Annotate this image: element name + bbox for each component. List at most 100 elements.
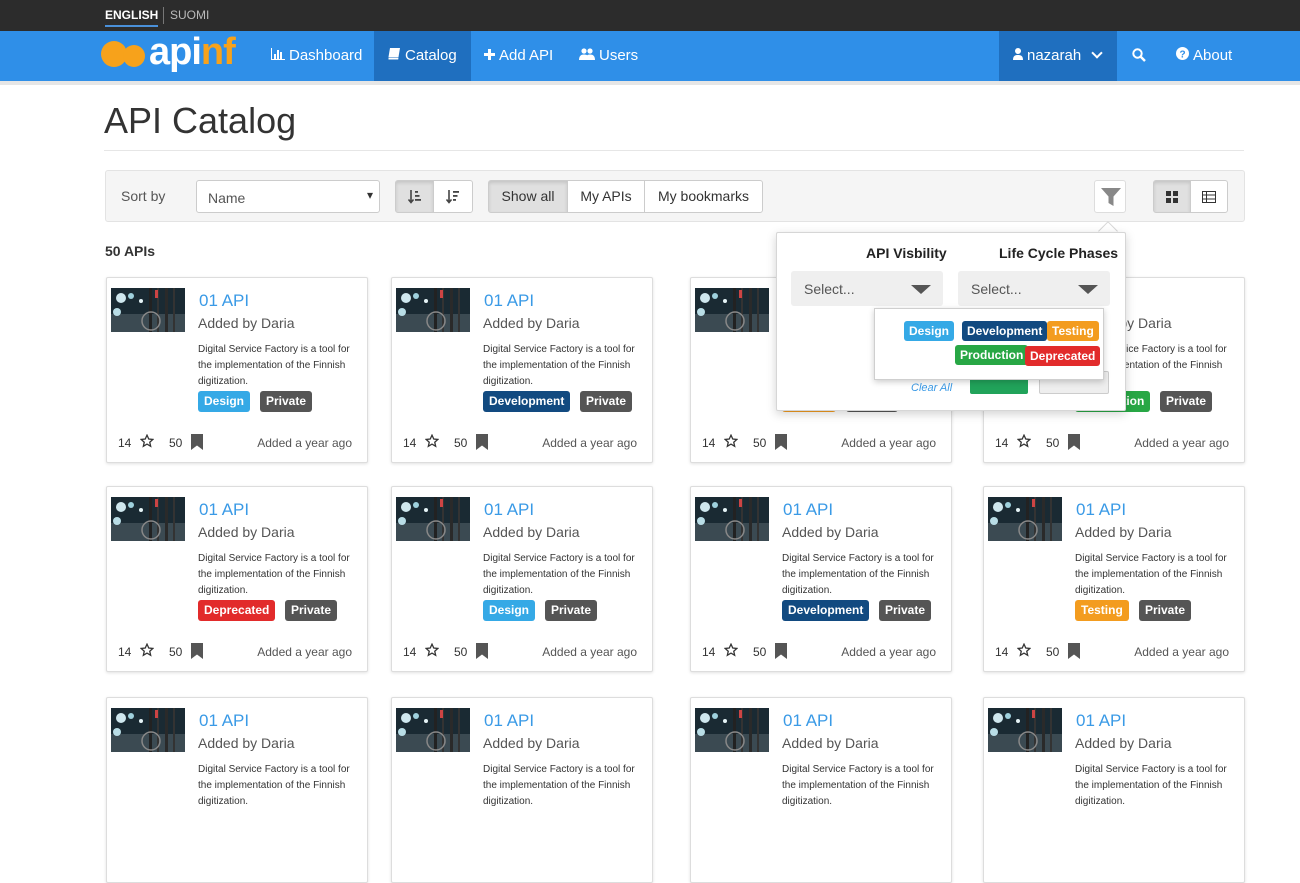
- api-name-link[interactable]: 01 API: [783, 711, 833, 731]
- filter-my-bookmarks-button[interactable]: My bookmarks: [644, 180, 763, 213]
- api-card[interactable]: 01 API Added by Daria Digital Service Fact…: [983, 697, 1245, 883]
- bookmark-count: 50: [753, 645, 767, 659]
- title-divider: [104, 150, 1244, 151]
- sort-by-label: Sort by: [121, 188, 166, 204]
- nav-search[interactable]: [1118, 31, 1160, 81]
- nav-add-api[interactable]: Add API: [470, 31, 567, 81]
- nav-catalog[interactable]: Catalog: [374, 31, 471, 81]
- language-bar: ENGLISH SUOMI: [0, 0, 1300, 31]
- api-name-link[interactable]: 01 API: [199, 711, 249, 731]
- user-menu[interactable]: nazarah: [999, 31, 1117, 81]
- search-icon: [1132, 47, 1146, 64]
- api-name-link[interactable]: 01 API: [484, 291, 534, 311]
- api-thumbnail: [111, 497, 185, 541]
- api-card[interactable]: 01 API Added by Daria Digital Service Fact…: [983, 486, 1245, 672]
- added-time: Added a year ago: [841, 645, 936, 659]
- lifecycle-option-production[interactable]: Production: [955, 345, 1029, 365]
- visibility-select-placeholder: Select...: [804, 281, 855, 297]
- added-time: Added a year ago: [257, 436, 352, 450]
- api-author: Added by Daria: [198, 315, 295, 331]
- visibility-badge: Private: [580, 391, 633, 412]
- star-icon[interactable]: [723, 433, 739, 451]
- api-name-link[interactable]: 01 API: [484, 500, 534, 520]
- api-card[interactable]: 01 API Added by Daria Digital Service Fact…: [106, 486, 368, 672]
- bookmark-icon[interactable]: [191, 434, 203, 453]
- grid-icon: [1166, 190, 1178, 203]
- api-author: Added by Daria: [198, 735, 295, 751]
- api-thumbnail: [396, 288, 470, 332]
- api-card[interactable]: 01 API Added by Daria Digital Service Fact…: [391, 486, 653, 672]
- lifecycle-filter-label: Life Cycle Phases: [999, 245, 1119, 261]
- bookmark-count: 50: [1046, 436, 1060, 450]
- star-icon[interactable]: [723, 642, 739, 660]
- table-view-button[interactable]: [1190, 180, 1228, 213]
- rating-count: 14: [702, 436, 716, 450]
- star-icon[interactable]: [1016, 433, 1032, 451]
- api-card[interactable]: 01 API Added by Daria Digital Service Fact…: [391, 697, 653, 883]
- api-description: Digital Service Factory is a tool for th…: [782, 764, 934, 807]
- grid-view-button[interactable]: [1153, 180, 1191, 213]
- api-card[interactable]: 01 API Added by Daria Digital Service Fact…: [690, 486, 952, 672]
- lifecycle-option-design[interactable]: Design: [904, 321, 955, 341]
- visibility-badge: Private: [1139, 600, 1192, 621]
- api-card[interactable]: 01 API Added by Daria Digital Service Fact…: [106, 697, 368, 883]
- api-description: Digital Service Factory is a tool for th…: [198, 764, 350, 807]
- rating-count: 14: [995, 645, 1009, 659]
- bookmark-icon[interactable]: [191, 643, 203, 662]
- bookmark-icon[interactable]: [1068, 434, 1080, 453]
- api-author: Added by Daria: [483, 524, 580, 540]
- api-name-link[interactable]: 01 API: [484, 711, 534, 731]
- clear-all-link[interactable]: Clear All: [911, 382, 952, 394]
- lifecycle-option-development[interactable]: Development: [962, 321, 1048, 341]
- api-card[interactable]: 01 API Added by Daria Digital Service Fact…: [391, 277, 653, 463]
- users-icon: [579, 31, 595, 81]
- navbar-shadow: [0, 81, 1300, 85]
- lifecycle-select[interactable]: Select...: [958, 271, 1110, 306]
- sort-ascending-button[interactable]: [395, 180, 434, 213]
- api-card[interactable]: 01 API Added by Daria Digital Service Fact…: [106, 277, 368, 463]
- bookmark-icon[interactable]: [476, 434, 488, 453]
- user-menu-label: nazarah: [1027, 47, 1082, 64]
- nav-about[interactable]: ? About: [1162, 31, 1246, 81]
- star-icon[interactable]: [424, 433, 440, 451]
- api-name-link[interactable]: 01 API: [1076, 500, 1126, 520]
- lifecycle-badge: Design: [198, 391, 251, 412]
- lifecycle-option-testing[interactable]: Testing: [1047, 321, 1099, 341]
- filter-my-apis-button[interactable]: My APIs: [567, 180, 645, 213]
- nav-users[interactable]: Users: [565, 31, 652, 81]
- api-thumbnail: [988, 497, 1062, 541]
- language-suomi[interactable]: SUOMI: [170, 8, 209, 22]
- bookmark-count: 50: [169, 436, 183, 450]
- lifecycle-badge: Deprecated: [198, 600, 276, 621]
- bookmark-icon[interactable]: [775, 643, 787, 662]
- star-icon[interactable]: [139, 433, 155, 451]
- star-icon[interactable]: [139, 642, 155, 660]
- api-description: Digital Service Factory is a tool for th…: [483, 553, 635, 596]
- api-card[interactable]: 01 API Added by Daria Digital Service Fact…: [690, 697, 952, 883]
- filter-toggle-button[interactable]: [1094, 180, 1126, 213]
- sort-descending-icon: [446, 189, 459, 204]
- api-thumbnail: [396, 497, 470, 541]
- added-time: Added a year ago: [542, 645, 637, 659]
- api-name-link[interactable]: 01 API: [199, 291, 249, 311]
- api-name-link[interactable]: 01 API: [783, 500, 833, 520]
- rating-count: 14: [995, 436, 1009, 450]
- api-name-link[interactable]: 01 API: [199, 500, 249, 520]
- visibility-select[interactable]: Select...: [791, 271, 943, 306]
- nav-dashboard[interactable]: Dashboard: [257, 31, 376, 81]
- card-footer: 14 50 Added a year ago: [403, 433, 643, 454]
- language-english[interactable]: ENGLISH: [105, 8, 159, 27]
- filter-show-all-button[interactable]: Show all: [488, 180, 568, 213]
- bar-chart-icon: [271, 31, 285, 81]
- sort-select[interactable]: Name: [196, 180, 380, 213]
- lifecycle-option-deprecated[interactable]: Deprecated: [1025, 346, 1101, 366]
- logo-text-nf: nf: [200, 31, 236, 73]
- bookmark-icon[interactable]: [1068, 643, 1080, 662]
- star-icon[interactable]: [424, 642, 440, 660]
- added-time: Added a year ago: [257, 645, 352, 659]
- api-name-link[interactable]: 01 API: [1076, 711, 1126, 731]
- star-icon[interactable]: [1016, 642, 1032, 660]
- bookmark-icon[interactable]: [775, 434, 787, 453]
- sort-descending-button[interactable]: [433, 180, 473, 213]
- bookmark-icon[interactable]: [476, 643, 488, 662]
